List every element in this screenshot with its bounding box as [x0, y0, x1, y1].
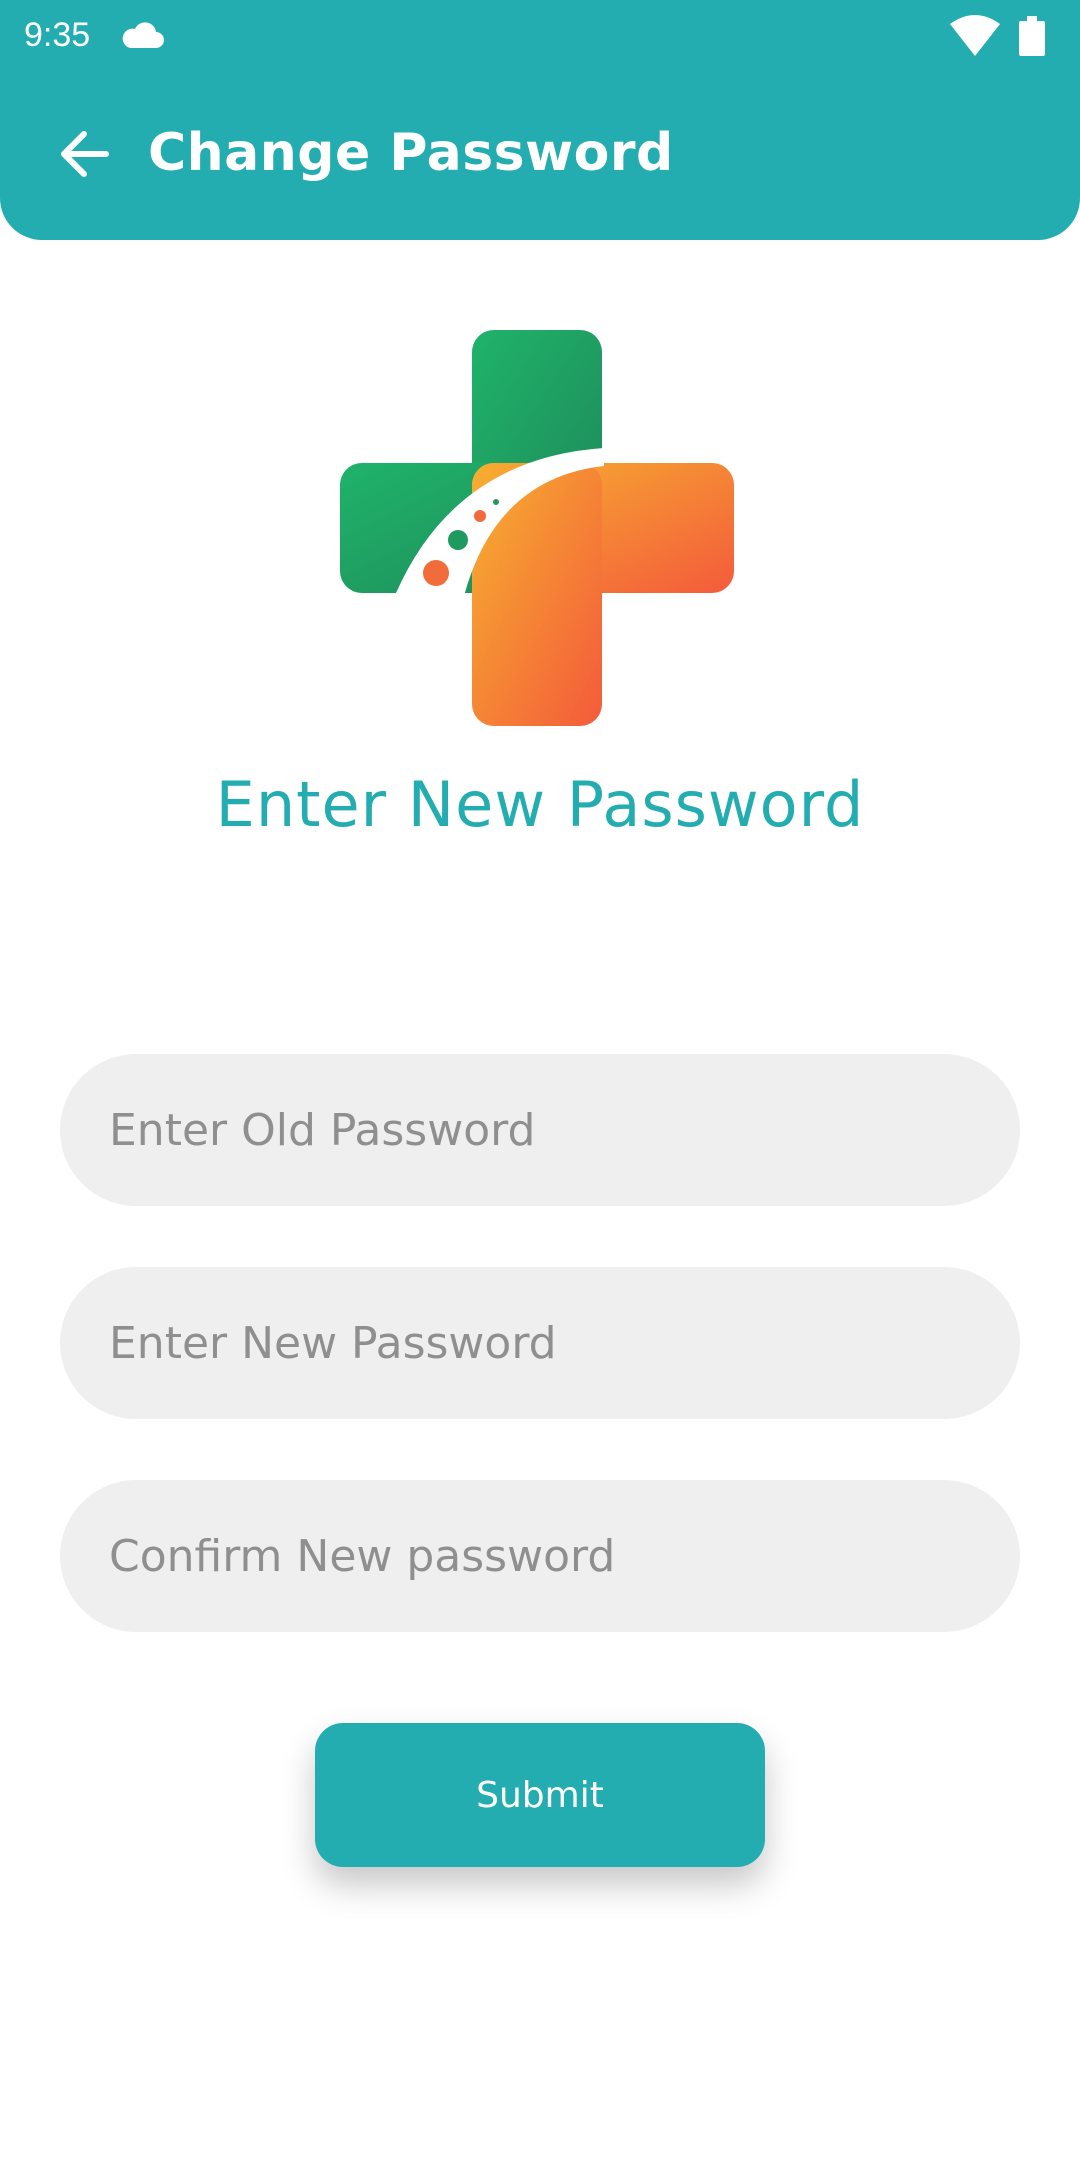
submit-button[interactable]: Submit [315, 1723, 765, 1867]
status-time: 9:35 [24, 16, 91, 54]
form-heading: Enter New Password [215, 768, 865, 841]
cloud-icon [122, 22, 164, 48]
old-password-input[interactable] [60, 1054, 1020, 1206]
confirm-password-input[interactable] [60, 1480, 1020, 1632]
new-password-input[interactable] [60, 1267, 1020, 1419]
battery-icon [1019, 16, 1045, 56]
app-bar: 9:35 Change Password [0, 0, 1080, 240]
medical-cross-logo [340, 330, 734, 726]
back-button[interactable] [48, 118, 120, 190]
page-title: Change Password [148, 123, 674, 183]
arrow-left-icon [61, 131, 109, 177]
wifi-icon [950, 15, 1000, 56]
